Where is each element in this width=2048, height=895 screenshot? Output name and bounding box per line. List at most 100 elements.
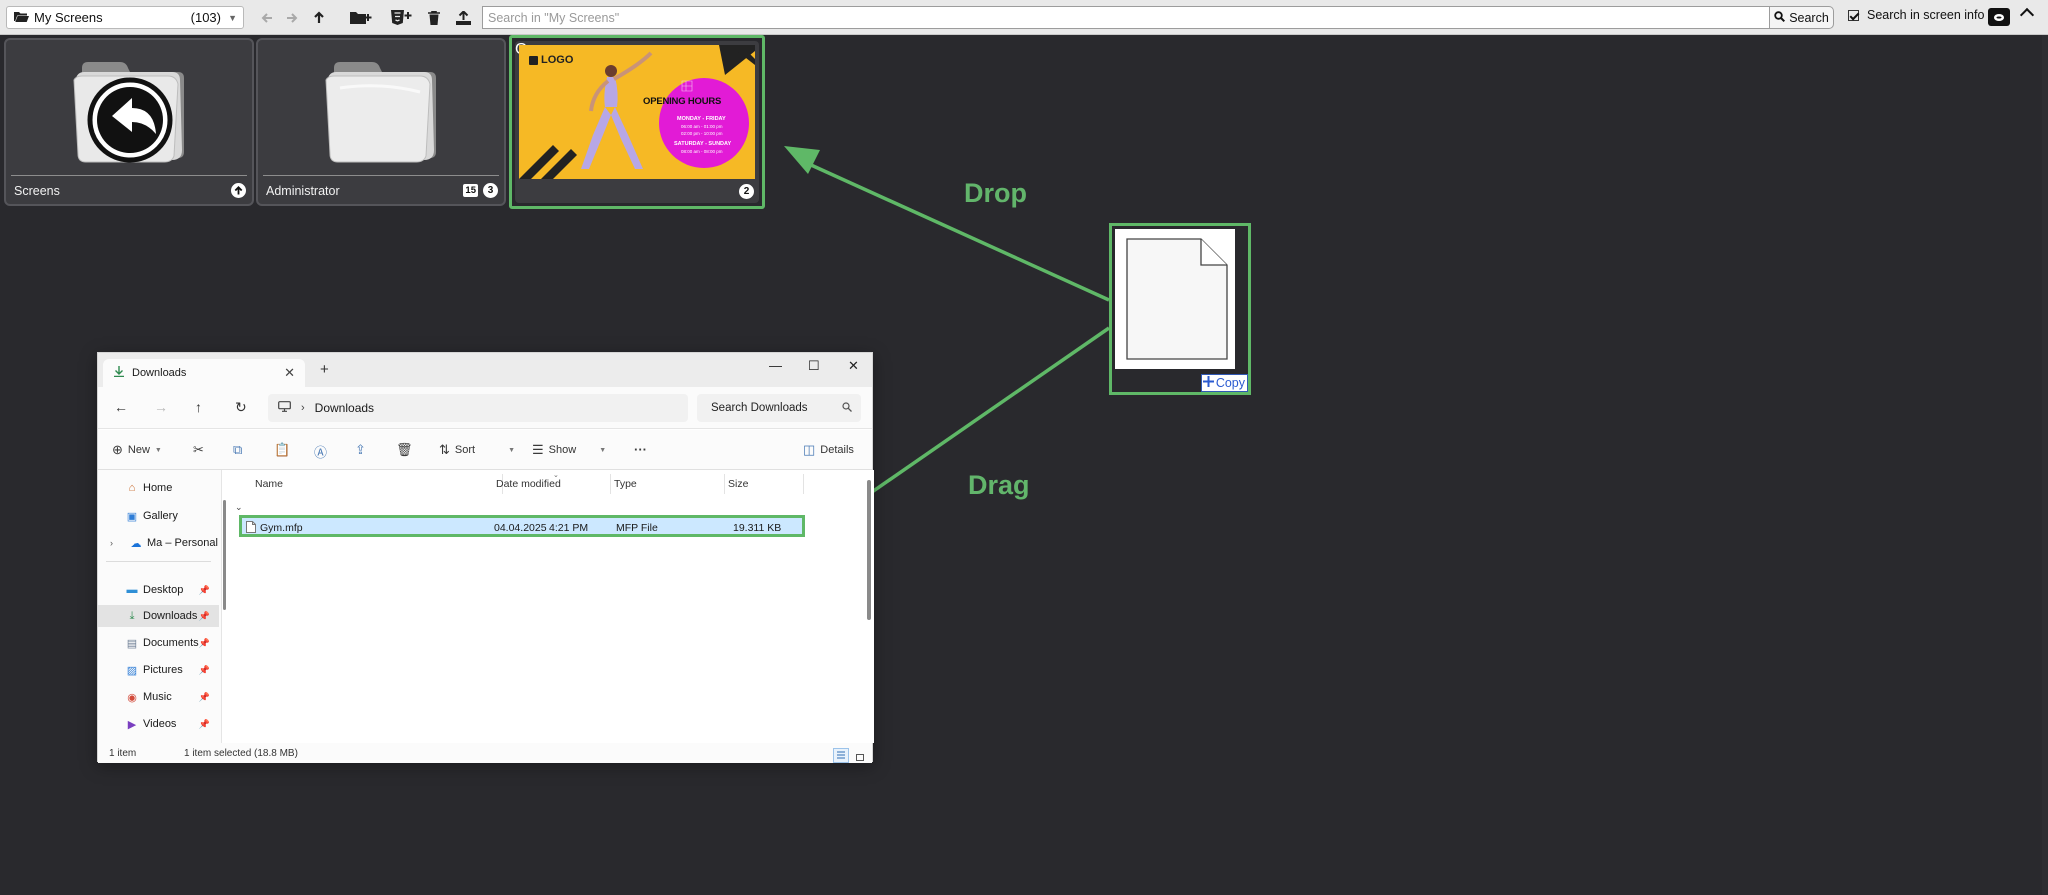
copy-icon[interactable]: ⧉ [233,442,242,458]
collapse-caret-up-icon[interactable] [2019,7,2035,23]
gym-preview-thumbnail: LOGO OPENING HOURS MONDAY - FRIDAY 06:00… [519,45,755,179]
view-lines-icon: ☰ [532,442,544,457]
drag-label: Drag [968,470,1030,500]
group-collapse-icon[interactable]: ⌄ [235,502,243,513]
nav-item-music[interactable]: ◉ Music 📌 [98,686,219,708]
gym-weekday-line2: 02:00 pm - 10:00 pm [681,131,723,136]
nav-item-pictures[interactable]: ▨ Pictures 📌 [98,659,219,681]
forward-arrow-icon[interactable] [284,6,300,29]
details-button-label: Details [820,444,854,456]
back-arrow-icon[interactable] [259,6,275,29]
back-icon[interactable]: ← [114,399,128,415]
pin-icon[interactable]: 📌 [199,611,210,622]
tab-downloads[interactable]: Downloads ✕ [103,359,305,387]
nav-item-onedrive[interactable]: › ☁ Ma – Personal [98,532,219,554]
details-button[interactable]: ◫ Details [803,442,854,458]
up-arrow-icon[interactable] [311,6,327,29]
search-info-label: Search in screen info [1867,8,1985,22]
upload-icon[interactable] [454,6,472,29]
folder-tile-screens[interactable]: Screens [4,38,254,206]
nav-item-gallery[interactable]: ▣ Gallery [98,505,219,527]
refresh-icon[interactable]: ↻ [235,399,247,416]
tiles-view-icon[interactable] [852,748,868,763]
folder-count: (103) [190,10,221,25]
new-folder-icon[interactable] [349,6,373,29]
gym-weekend-title: SATURDAY - SUNDAY [674,141,732,147]
parent-up-icon[interactable] [231,183,246,198]
trash-icon[interactable] [426,6,442,29]
nav-item-documents[interactable]: ▤ Documents 📌 [98,632,219,654]
address-input[interactable]: › Downloads [268,394,688,422]
video-icon: ▶ [127,718,137,731]
nav-label: Documents [143,637,199,649]
rename-icon[interactable]: Ⓐ [314,442,327,461]
delete-icon[interactable]: 🗑 [396,442,413,458]
status-item-count: 1 item [109,748,137,759]
explorer-search-placeholder: Search Downloads [711,402,808,414]
new-tab-icon[interactable]: + [320,361,329,378]
checkbox-checked-icon[interactable] [1848,9,1859,21]
show-button[interactable]: ☰ Show ▼ [532,442,606,458]
html5-add-icon[interactable] [390,6,412,29]
pin-icon[interactable]: 📌 [199,585,210,596]
command-bar: ⊕ New ▼ ✂ ⧉ 📋 Ⓐ ⇪ 🗑 ⇅ Sort ▼ ☰ Show ▼ ··… [98,430,872,470]
download-arrow-icon [114,366,124,380]
file-row-gym[interactable]: Gym.mfp 04.04.2025 4:21 PM MFP File 19.3… [239,515,805,537]
breadcrumb-chevron-icon: › [301,402,305,414]
search-icon [1774,10,1786,25]
nav-item-home[interactable]: ⌂ Home [98,477,219,499]
cut-icon[interactable]: ✂ [193,442,204,458]
pin-icon[interactable]: 📌 [199,719,210,730]
show-button-label: Show [548,444,577,456]
details-view-icon[interactable] [833,748,849,763]
nav-item-desktop[interactable]: ▬ Desktop 📌 [98,579,219,601]
paste-icon[interactable]: 📋 [274,442,290,458]
nav-label: Videos [143,718,177,730]
file-type: MFP File [616,522,658,534]
nav-label: Music [143,691,172,703]
close-tab-icon[interactable]: ✕ [284,365,295,381]
share-icon[interactable]: ⇪ [355,442,366,458]
nav-item-downloads[interactable]: ⤓ Downloads 📌 [98,605,219,627]
search-in-info-toggle[interactable]: Search in screen info [1848,8,1984,22]
column-header-date[interactable]: Date modified [496,478,561,490]
screen-count-badge: 2 [739,184,754,199]
page-scrollbar[interactable] [2042,35,2048,895]
details-pane-icon: ◫ [803,442,816,457]
explorer-search-input[interactable]: Search Downloads [697,394,861,422]
new-button-label: New [127,444,150,456]
blank-file-icon [1126,238,1228,360]
column-header-name[interactable]: Name [255,478,283,490]
file-list-scrollbar[interactable] [867,480,871,620]
maximize-icon[interactable]: ☐ [808,358,820,374]
pin-icon[interactable]: 📌 [199,638,210,649]
screen-count-badge: 15 [463,184,478,197]
search-button-label: Search [1789,10,1829,25]
nav-item-videos[interactable]: ▶ Videos 📌 [98,713,219,735]
pin-icon[interactable]: 📌 [199,692,210,703]
forward-icon[interactable]: → [154,399,168,415]
column-header-size[interactable]: Size [728,478,748,490]
folder-tile-administrator[interactable]: Administrator 15 3 [256,38,506,206]
drop-label: Drop [964,178,1027,208]
new-button[interactable]: ⊕ New ▼ [112,442,162,458]
close-window-icon[interactable]: ✕ [848,358,859,374]
folder-tile-gym-drop-target[interactable]: LOGO OPENING HOURS MONDAY - FRIDAY 06:00… [509,35,765,209]
sort-button[interactable]: ⇅ Sort ▼ [439,442,515,458]
chevron-down-icon: ▼ [228,12,237,23]
column-header-type[interactable]: Type [614,478,637,490]
file-date: 04.04.2025 [494,522,547,534]
tile-name: Screens [14,184,60,198]
more-options-icon[interactable]: ··· [634,442,647,457]
pin-icon[interactable]: 📌 [199,665,210,676]
monitor-icon [278,401,291,415]
up-icon[interactable]: ↑ [195,399,202,415]
tile-name: Administrator [266,184,340,198]
gym-weekend-line1: 08:00 am - 08:00 pm [681,149,723,154]
nav-label: Downloads [143,610,198,622]
folder-select[interactable]: My Screens (103) ▼ [6,6,244,29]
search-input[interactable]: Search in "My Screens" [482,6,1770,29]
minimize-icon[interactable]: — [769,358,782,373]
search-button[interactable]: Search [1769,6,1834,29]
eye-folder-icon[interactable] [1988,8,2010,26]
